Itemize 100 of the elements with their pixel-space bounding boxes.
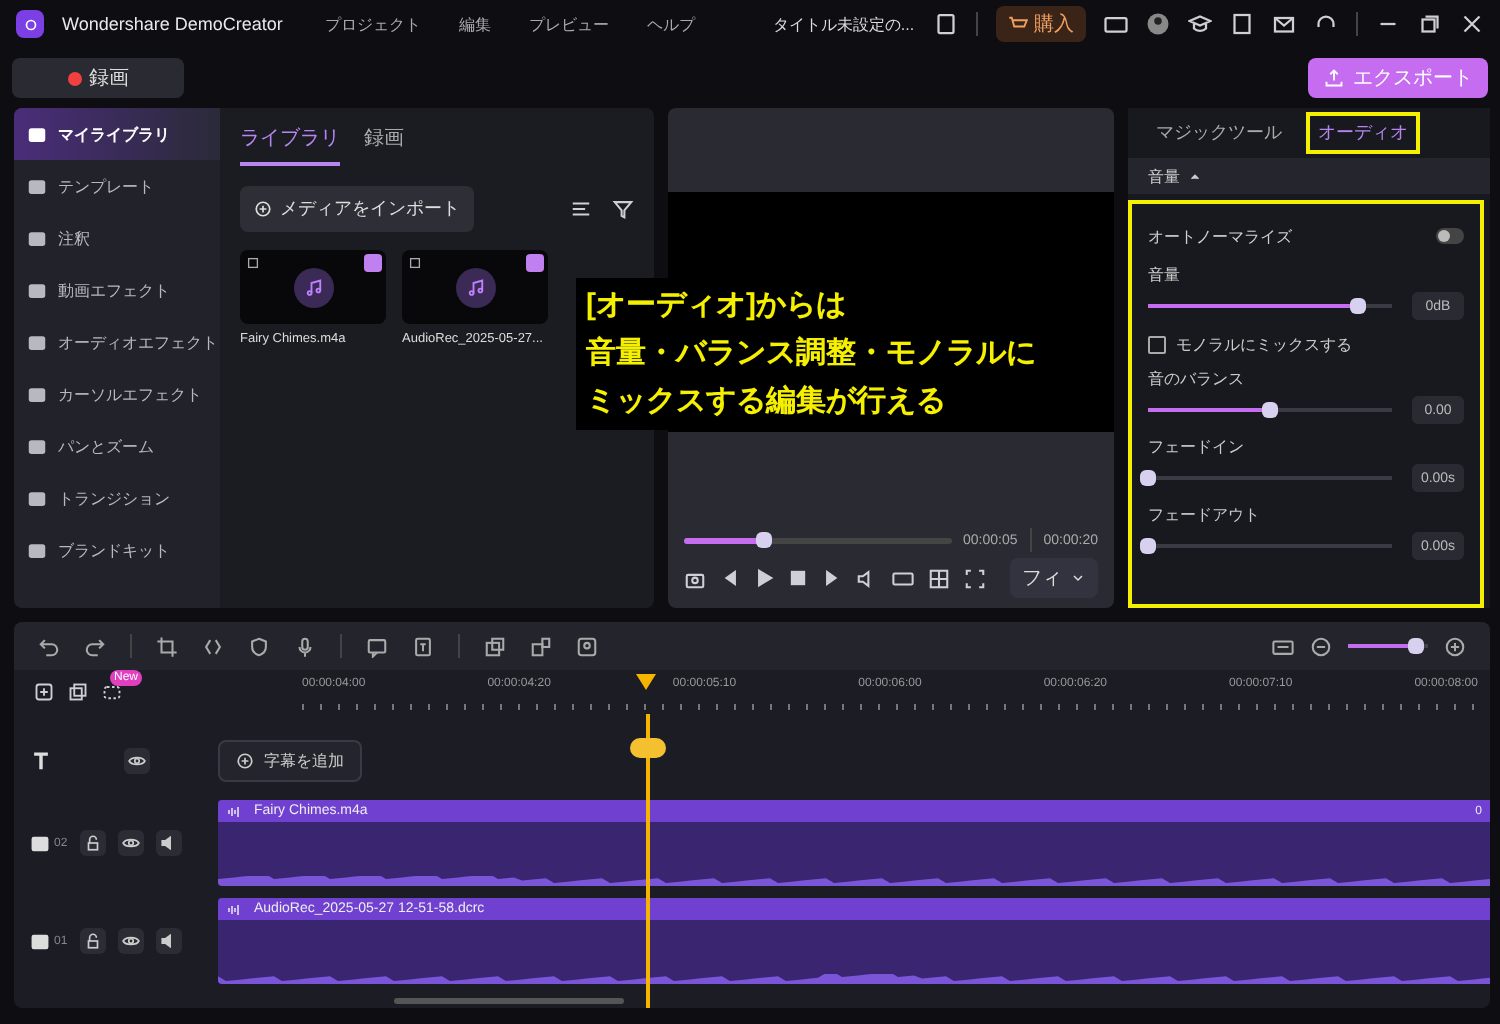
user-icon[interactable] <box>1146 12 1170 36</box>
plus-circle-icon <box>254 200 272 218</box>
filter-icon[interactable] <box>612 198 634 220</box>
fit-width-icon[interactable] <box>1272 635 1294 657</box>
library-tab[interactable]: 録画 <box>364 120 404 166</box>
import-media-button[interactable]: メディアをインポート <box>240 186 474 232</box>
checkbox[interactable]: モノラルにミックスする <box>1148 328 1464 360</box>
music-note-icon <box>465 277 485 297</box>
scrollbar[interactable] <box>394 998 624 1004</box>
export-icon <box>1323 68 1343 88</box>
properties-tab[interactable]: マジックツール <box>1148 116 1290 150</box>
layers-icon[interactable] <box>68 682 88 702</box>
zoom-out-icon[interactable] <box>1310 635 1332 657</box>
redo-icon[interactable] <box>84 635 106 657</box>
annotation-line: 音量・バランス調整・モノラルに <box>586 334 1038 374</box>
sidebar-item[interactable]: トランジション <box>14 472 220 524</box>
caret-icon[interactable] <box>1188 169 1202 183</box>
step-forward-icon[interactable] <box>822 568 842 588</box>
playback-handle[interactable] <box>756 531 773 547</box>
setting-label: 音のバランス <box>1148 367 1246 391</box>
close-icon[interactable] <box>1460 12 1484 36</box>
group-icon[interactable] <box>484 635 506 657</box>
app-name: Wondershare DemoCreator <box>62 14 283 34</box>
toggle-switch[interactable] <box>1436 228 1464 244</box>
lock-icon[interactable] <box>83 834 102 852</box>
sidebar-icon <box>26 383 48 405</box>
properties-tab[interactable]: オーディオ <box>1310 116 1416 150</box>
fit-dropdown[interactable]: フィ <box>1010 558 1098 598</box>
track-icon <box>30 931 50 951</box>
sidebar-icon <box>26 279 48 301</box>
document-icon[interactable] <box>934 12 958 36</box>
menu-item[interactable]: プレビュー <box>528 13 609 35</box>
setting-label: フェードアウト <box>1148 503 1262 527</box>
add-track-icon[interactable] <box>34 682 54 702</box>
waveform-icon <box>226 901 242 917</box>
list-icon[interactable] <box>570 198 592 220</box>
playhead-handle[interactable] <box>630 738 666 758</box>
zoom-handle[interactable] <box>1408 638 1424 654</box>
sidebar-item[interactable]: 注釈 <box>14 212 220 264</box>
plus-circle-icon <box>236 751 254 769</box>
comment-icon[interactable] <box>366 635 388 657</box>
sidebar-item[interactable]: オーディオエフェクト <box>14 316 220 368</box>
graduation-cap-icon[interactable] <box>1188 12 1212 36</box>
music-note-icon <box>303 277 323 297</box>
zoom-in-icon[interactable] <box>1444 635 1466 657</box>
setting-label: 音量 <box>1148 263 1182 287</box>
audio-thumbnail[interactable] <box>402 250 548 324</box>
caret-icon <box>1070 570 1086 586</box>
resolution-icon[interactable] <box>892 567 914 589</box>
slider-handle[interactable] <box>1140 470 1156 486</box>
menu-item[interactable]: ヘルプ <box>646 13 695 35</box>
slider-handle[interactable] <box>1140 538 1156 554</box>
sidebar-icon <box>26 123 48 145</box>
waveform-icon <box>226 803 242 819</box>
slider-handle[interactable] <box>1349 298 1366 314</box>
user-frame-icon[interactable] <box>576 635 598 657</box>
sidebar-icon <box>26 435 48 457</box>
microphone-icon[interactable] <box>294 635 316 657</box>
sidebar-icon <box>26 227 48 249</box>
eye-icon[interactable] <box>121 932 140 950</box>
menu-item[interactable]: 編集 <box>458 13 491 35</box>
slider-handle[interactable] <box>1262 402 1278 418</box>
sidebar-item[interactable]: パンとズーム <box>14 420 220 472</box>
add-subtitle-button[interactable]: 字幕を追加 <box>218 739 362 781</box>
text-box-icon[interactable] <box>412 635 434 657</box>
text-track-icon <box>30 749 52 771</box>
fullscreen-icon[interactable] <box>964 567 986 589</box>
sidebar-item[interactable]: ブランドキット <box>14 524 220 576</box>
stop-icon[interactable] <box>788 568 808 588</box>
library-tab[interactable]: ライブラリ <box>240 120 340 166</box>
grid-icon[interactable] <box>928 567 950 589</box>
setting-label: フェードイン <box>1148 435 1246 459</box>
play-icon[interactable] <box>754 568 774 588</box>
undo-icon[interactable] <box>38 635 60 657</box>
ungroup-icon[interactable] <box>530 635 552 657</box>
sidebar-icon <box>26 539 48 561</box>
sidebar-item[interactable]: カーソルエフェクト <box>14 368 220 420</box>
restore-icon[interactable] <box>1418 12 1442 36</box>
lock-icon[interactable] <box>83 932 102 950</box>
annotation-line: ミックスする編集が行える <box>586 382 948 422</box>
eye-icon[interactable] <box>128 751 146 769</box>
sidebar-icon <box>26 175 48 197</box>
document-icon[interactable] <box>1230 12 1254 36</box>
mail-icon[interactable] <box>1272 12 1296 36</box>
sidebar-item[interactable]: テンプレート <box>14 160 220 212</box>
split-icon[interactable] <box>202 635 224 657</box>
sidebar-item[interactable]: 動画エフェクト <box>14 264 220 316</box>
menu-item[interactable]: プロジェクト <box>324 13 421 35</box>
buy-button[interactable]: 購入 <box>996 6 1086 42</box>
sidebar-icon <box>26 487 48 509</box>
step-back-icon[interactable] <box>720 568 740 588</box>
crop-icon[interactable] <box>156 635 178 657</box>
shield-icon[interactable] <box>248 635 270 657</box>
document-title: タイトル未設定の... <box>772 13 916 35</box>
record-button[interactable]: 録画 <box>12 58 184 98</box>
track-icon <box>30 833 50 853</box>
audio-thumbnail[interactable] <box>240 250 386 324</box>
sidebar-item[interactable]: マイライブラリ <box>14 108 220 160</box>
annotation-line: [オーディオ]からは <box>586 286 848 326</box>
eye-icon[interactable] <box>121 834 140 852</box>
